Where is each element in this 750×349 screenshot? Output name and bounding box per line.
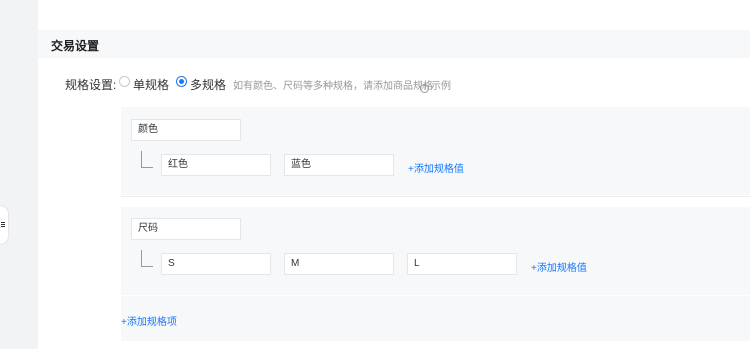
question-circle-icon: ? — [420, 84, 429, 93]
example-link[interactable]: ? 示例 — [420, 77, 451, 93]
example-label: 示例 — [431, 81, 451, 92]
spec-name-input[interactable]: 尺码 — [131, 218, 241, 240]
section-title: 交易设置 — [51, 39, 100, 53]
tree-connector — [141, 151, 153, 168]
spec-value-input[interactable]: M — [284, 253, 394, 275]
spec-hint: 如有颜色、尺码等多种规格，请添加商品规格 — [233, 81, 433, 92]
spec-group-color: 颜色 红色 蓝色 +添加规格值 — [121, 107, 750, 195]
spec-value-input[interactable]: L — [407, 253, 517, 275]
add-spec-item-row: +添加规格项 — [121, 296, 750, 341]
section-header: 交易设置 — [38, 30, 750, 58]
sidebar-toggle-button[interactable] — [0, 205, 9, 245]
trade-settings-card: 交易设置 规格设置: 单规格 多规格 如有颜色、尺码等多种规格，请添加商品规格 … — [38, 0, 750, 349]
add-spec-value-link[interactable]: +添加规格值 — [531, 259, 587, 274]
single-spec-radio[interactable] — [119, 76, 130, 87]
add-spec-item-link[interactable]: +添加规格项 — [121, 313, 177, 328]
spec-setting-label: 规格设置: — [65, 78, 117, 92]
add-spec-value-link[interactable]: +添加规格值 — [408, 160, 464, 175]
tree-connector — [141, 250, 153, 267]
spec-value-input[interactable]: S — [161, 253, 271, 275]
spec-value-input[interactable]: 红色 — [161, 154, 271, 176]
menu-icon — [1, 222, 5, 223]
divider — [121, 196, 750, 197]
multi-spec-label[interactable]: 多规格 — [190, 76, 226, 93]
spec-group-size: 尺码 S M L +添加规格值 — [121, 207, 750, 295]
single-spec-label[interactable]: 单规格 — [133, 76, 169, 93]
spec-value-input[interactable]: 蓝色 — [284, 154, 394, 176]
spec-name-input[interactable]: 颜色 — [131, 119, 241, 141]
multi-spec-radio[interactable] — [176, 76, 187, 87]
